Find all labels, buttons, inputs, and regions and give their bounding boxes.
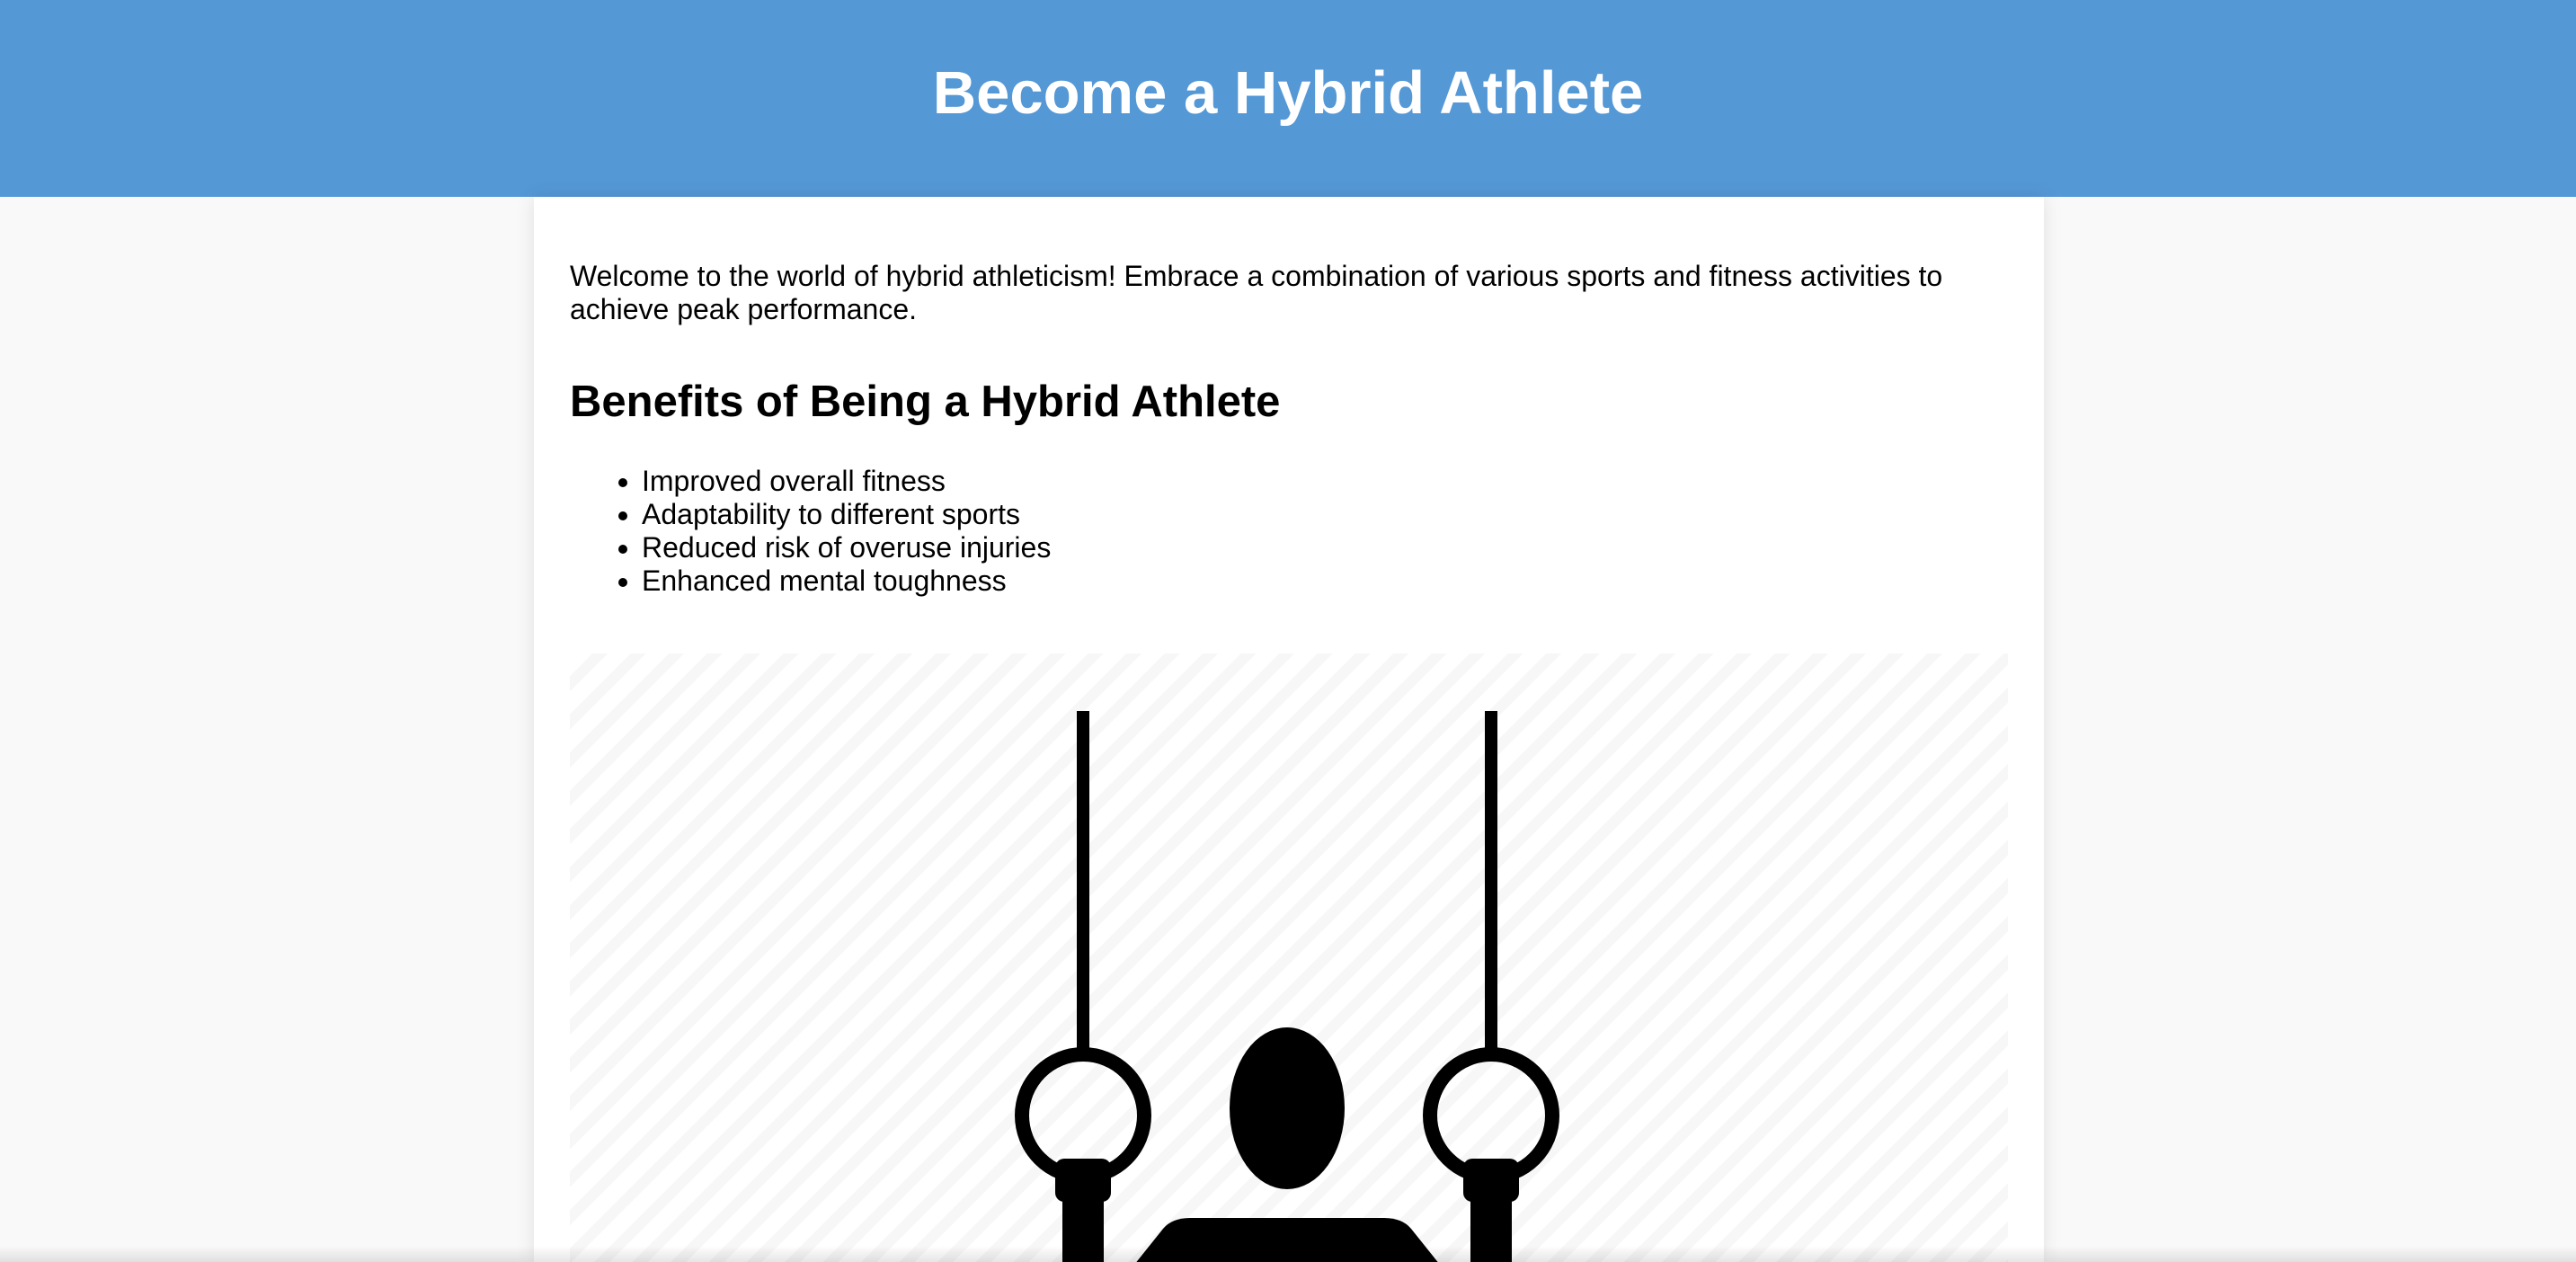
list-item: Enhanced mental toughness xyxy=(642,564,1051,598)
content-card: Welcome to the world of hybrid athletici… xyxy=(534,197,2044,1262)
page-title: Become a Hybrid Athlete xyxy=(932,59,1644,127)
intro-text: Welcome to the world of hybrid athletici… xyxy=(570,260,1943,325)
hybrid-athlete-image xyxy=(570,653,2008,1262)
page-header: Become a Hybrid Athlete xyxy=(0,0,2576,197)
bottom-shadow xyxy=(0,1246,2576,1262)
benefits-list: Improved overall fitness Adaptability to… xyxy=(570,465,1051,598)
list-item: Reduced risk of overuse injuries xyxy=(642,531,1051,564)
list-item: Improved overall fitness xyxy=(642,465,1051,498)
benefits-heading: Benefits of Being a Hybrid Athlete xyxy=(570,378,1281,426)
gymnastics-rings-athlete-icon xyxy=(1015,711,1559,1262)
list-item: Adaptability to different sports xyxy=(642,498,1051,531)
